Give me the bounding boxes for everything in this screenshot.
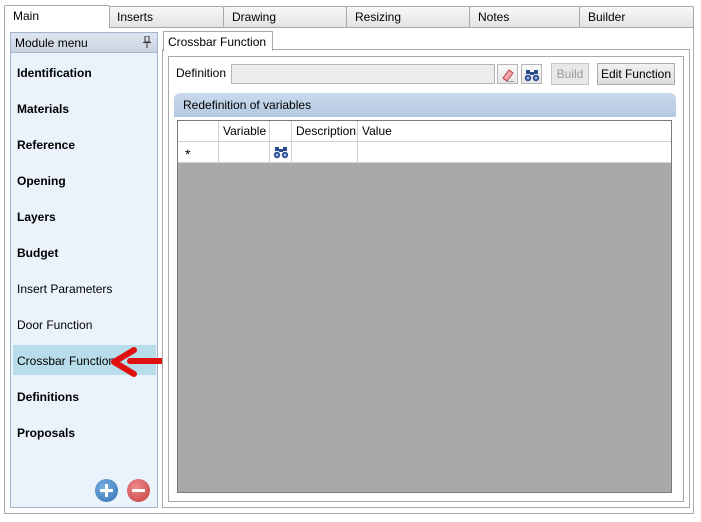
pin-icon[interactable]	[143, 36, 151, 48]
definition-field[interactable]	[231, 64, 495, 84]
menu-item-identification[interactable]: Identification	[13, 57, 156, 87]
lookup-cell[interactable]	[270, 142, 292, 163]
menu-item-insert-parameters[interactable]: Insert Parameters	[13, 273, 156, 303]
find-definition-button[interactable]	[521, 64, 542, 84]
module-menu-panel: Module menu Identification Materials Ref…	[10, 32, 158, 508]
menu-item-definitions[interactable]: Definitions	[13, 381, 156, 411]
binoculars-icon	[524, 70, 540, 82]
top-tab-strip: Main Inserts Drawing Resizing Notes Buil…	[4, 5, 694, 28]
value-cell[interactable]	[358, 142, 671, 163]
column-header-description[interactable]: Description	[292, 121, 358, 142]
value-cell-inner[interactable]	[358, 142, 671, 163]
column-header-row-marker	[178, 121, 219, 142]
menu-item-materials[interactable]: Materials	[13, 93, 156, 123]
menu-item-proposals[interactable]: Proposals	[13, 417, 156, 447]
clear-definition-button[interactable]	[497, 64, 518, 84]
module-menu-title: Module menu	[15, 36, 88, 50]
menu-item-layers[interactable]: Layers	[13, 201, 156, 231]
tab-main[interactable]: Main	[4, 5, 110, 28]
description-cell[interactable]	[292, 142, 358, 163]
tab-builder[interactable]: Builder	[579, 6, 694, 27]
new-row-marker: *	[178, 142, 219, 163]
tab-notes[interactable]: Notes	[469, 6, 580, 27]
menu-item-reference[interactable]: Reference	[13, 129, 156, 159]
column-header-value[interactable]: Value	[358, 121, 671, 142]
table-row[interactable]: *	[178, 142, 358, 163]
grid-header-row: Variable Description Value	[178, 121, 671, 142]
column-header-lookup	[270, 121, 292, 142]
tab-crossbar-function[interactable]: Crossbar Function	[163, 31, 274, 51]
definition-label: Definition	[176, 66, 227, 80]
edit-function-button[interactable]: Edit Function	[597, 63, 675, 85]
variable-cell[interactable]	[219, 142, 270, 163]
column-header-variable[interactable]: Variable	[219, 121, 270, 142]
add-icon[interactable]	[95, 479, 118, 502]
module-menu-header: Module menu	[11, 33, 157, 53]
build-button[interactable]: Build	[551, 63, 589, 85]
menu-item-opening[interactable]: Opening	[13, 165, 156, 195]
section-title: Redefinition of variables	[174, 93, 676, 117]
tab-inserts[interactable]: Inserts	[108, 6, 224, 27]
tab-drawing[interactable]: Drawing	[223, 6, 347, 27]
tab-resizing[interactable]: Resizing	[346, 6, 470, 27]
eraser-icon	[502, 69, 514, 82]
remove-icon[interactable]	[127, 479, 150, 502]
binoculars-icon[interactable]	[273, 144, 289, 160]
menu-item-budget[interactable]: Budget	[13, 237, 156, 267]
variables-grid[interactable]: Variable Description Value *	[177, 120, 672, 493]
menu-item-door-function[interactable]: Door Function	[13, 309, 156, 339]
